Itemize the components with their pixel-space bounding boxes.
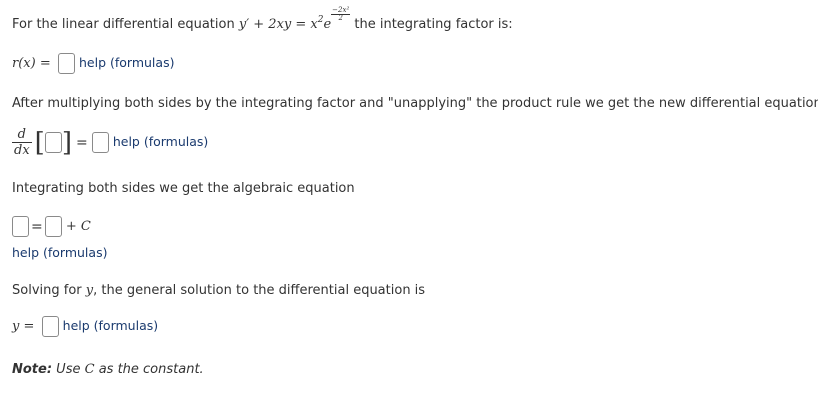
rhs-input[interactable] [91, 132, 109, 153]
general-solution-label: y = [12, 319, 35, 334]
derivative-operator: d dx [12, 127, 32, 158]
derivative-denominator: dx [14, 143, 30, 158]
derivative-numerator: d [12, 127, 32, 143]
exponent-denominator: 2 [338, 14, 343, 22]
left-bracket: [ [34, 127, 45, 158]
note-label: Note: [12, 362, 53, 377]
product-input[interactable] [44, 132, 62, 153]
solving-suffix: , the general solution to the differenti… [93, 283, 426, 298]
note: Note: Use C as the constant. [12, 362, 204, 377]
intro-prefix: For the linear differential equation [12, 17, 239, 32]
power-2: 2 [317, 15, 324, 25]
integrating-text: Integrating both sides we get the algebr… [12, 181, 355, 196]
exponent-fraction: −2x² 2 [331, 7, 351, 22]
algebraic-equals: = [31, 218, 43, 235]
exp-base: e [323, 17, 332, 32]
integrating-factor-input[interactable] [57, 53, 75, 74]
algebraic-equation-row: = + C [12, 216, 91, 237]
product-rule-help-link[interactable]: help (formulas) [113, 134, 208, 149]
product-equals: = [75, 134, 88, 151]
integrating-factor-row: r(x) = help (formulas) [12, 53, 174, 74]
solving-text: Solving for y, the general solution to t… [12, 283, 425, 298]
after-multiplying-text: After multiplying both sides by the inte… [12, 96, 818, 111]
note-text-after: as the constant. [94, 362, 204, 377]
general-solution-help-link[interactable]: help (formulas) [63, 318, 158, 333]
intro-equation: y′ + 2xy = x2e −2x² 2 [238, 7, 351, 32]
intro-line: For the linear differential equation y′ … [12, 7, 513, 33]
plus-constant: + C [65, 219, 91, 234]
general-solution-input[interactable] [41, 316, 59, 337]
integrating-factor-label: r(x) = [12, 56, 51, 71]
equation-lhs: y′ + 2xy = x [238, 17, 318, 32]
solving-prefix: Solving for [12, 283, 86, 298]
algebraic-help-row: help (formulas) [12, 245, 107, 261]
general-solution-row: y = help (formulas) [12, 316, 158, 337]
note-text-before: Use [52, 362, 85, 377]
algebraic-lhs-input[interactable] [12, 216, 29, 237]
algebraic-rhs-input[interactable] [44, 216, 62, 237]
right-bracket: ] [61, 127, 72, 158]
note-constant: C [84, 362, 95, 377]
algebraic-help-link[interactable]: help (formulas) [12, 245, 107, 260]
intro-suffix: the integrating factor is: [350, 17, 513, 32]
product-rule-row: d dx[] = help (formulas) [12, 127, 208, 158]
integrating-factor-help-link[interactable]: help (formulas) [79, 55, 174, 70]
